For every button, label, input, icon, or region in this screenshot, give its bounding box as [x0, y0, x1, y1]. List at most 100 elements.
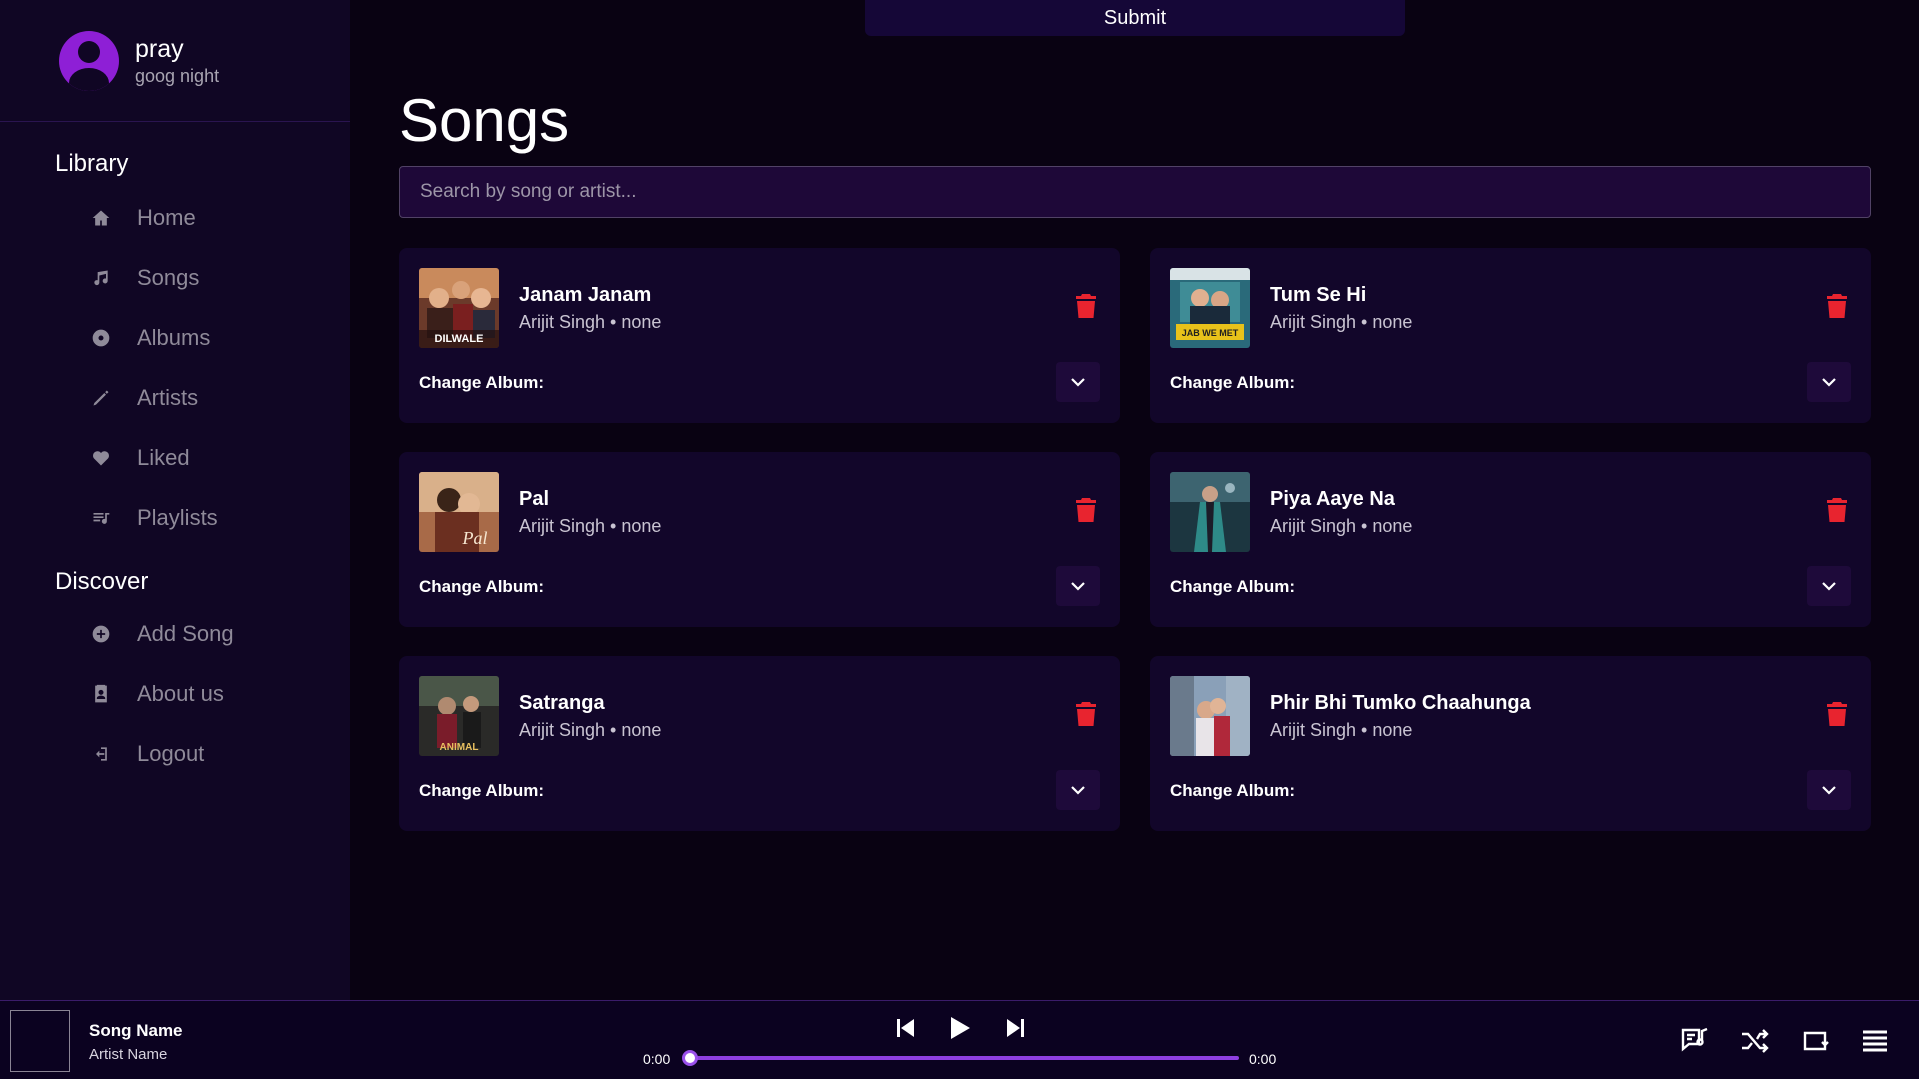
- album-select[interactable]: [1056, 770, 1100, 810]
- album-cover: ANIMAL: [419, 676, 499, 756]
- now-playing-artist: Artist Name: [89, 1046, 168, 1063]
- submit-button[interactable]: Submit: [865, 0, 1405, 36]
- chevron-down-icon: [1822, 378, 1836, 387]
- song-artist: Arijit Singh • none: [1270, 720, 1413, 740]
- search-input[interactable]: [399, 166, 1871, 218]
- next-button[interactable]: [1006, 1018, 1024, 1043]
- sidebar-item-add-song[interactable]: Add Song: [0, 604, 350, 664]
- album-cover: [1170, 676, 1250, 756]
- sidebar-item-label: Songs: [137, 265, 200, 290]
- song-card: JAB WE MET Tum Se Hi Arijit Singh • none…: [1150, 248, 1871, 423]
- delete-song-button[interactable]: [1076, 702, 1096, 726]
- song-card: Pal Pal Arijit Singh • none Change Album…: [399, 452, 1120, 627]
- shuffle-icon: [1742, 1029, 1769, 1053]
- previous-button[interactable]: [897, 1018, 915, 1043]
- song-title: Piya Aaye Na: [1270, 488, 1395, 510]
- player-bar: Song Name Artist Name 0:00 0:00: [0, 1000, 1919, 1079]
- progress-bar[interactable]: [689, 1056, 1239, 1060]
- home-icon: [90, 207, 112, 229]
- progress-knob[interactable]: [682, 1050, 698, 1066]
- shuffle-button[interactable]: [1740, 1027, 1770, 1055]
- sidebar-item-logout[interactable]: Logout: [0, 724, 350, 784]
- sidebar-item-label: Playlists: [137, 505, 218, 530]
- song-title: Satranga: [519, 692, 605, 714]
- trash-icon: [1827, 294, 1847, 318]
- queue-button[interactable]: [1860, 1027, 1890, 1055]
- change-album-label: Change Album:: [1170, 577, 1295, 596]
- sidebar-item-about-us[interactable]: About us: [0, 664, 350, 724]
- profile-status: goog night: [135, 65, 220, 86]
- current-time: 0:00: [643, 1051, 671, 1067]
- album-cover: JAB WE MET: [1170, 268, 1250, 348]
- sidebar-item-artists[interactable]: Artists: [0, 368, 350, 428]
- skip-forward-icon: [1007, 1019, 1024, 1037]
- music-note-icon: [90, 267, 112, 289]
- now-playing-title: Song Name: [89, 1021, 183, 1040]
- song-card: ANIMAL Satranga Arijit Singh • none Chan…: [399, 656, 1120, 831]
- profile-header: pray goog night: [0, 0, 350, 122]
- song-card: Phir Bhi Tumko Chaahunga Arijit Singh • …: [1150, 656, 1871, 831]
- chevron-down-icon: [1071, 786, 1085, 795]
- song-title: Phir Bhi Tumko Chaahunga: [1270, 692, 1531, 714]
- album-cover: [1170, 472, 1250, 552]
- sidebar-item-albums[interactable]: Albums: [0, 308, 350, 368]
- change-album-label: Change Album:: [419, 577, 544, 596]
- avatar[interactable]: [59, 30, 119, 91]
- song-title: Janam Janam: [519, 284, 652, 306]
- trash-icon: [1076, 702, 1096, 726]
- lyrics-icon: [1681, 1027, 1708, 1052]
- logout-icon: [90, 743, 112, 765]
- song-card: Piya Aaye Na Arijit Singh • none Change …: [1150, 452, 1871, 627]
- chevron-down-icon: [1822, 582, 1836, 591]
- album-select[interactable]: [1807, 362, 1851, 402]
- playlist-icon: [90, 507, 112, 529]
- contact-card-icon: [90, 683, 112, 705]
- delete-song-button[interactable]: [1076, 294, 1096, 318]
- pen-icon: [90, 387, 112, 409]
- sidebar-item-label: About us: [137, 681, 224, 706]
- album-select[interactable]: [1807, 770, 1851, 810]
- change-album-label: Change Album:: [419, 373, 544, 392]
- profile-name: pray: [135, 34, 184, 63]
- chevron-down-icon: [1071, 378, 1085, 387]
- heart-icon: [90, 447, 112, 469]
- song-artist: Arijit Singh • none: [1270, 312, 1413, 332]
- skip-back-icon: [897, 1019, 914, 1037]
- album-select[interactable]: [1056, 362, 1100, 402]
- trash-icon: [1076, 498, 1096, 522]
- sidebar-item-label: Add Song: [137, 621, 234, 646]
- album-select[interactable]: [1056, 566, 1100, 606]
- album-select[interactable]: [1807, 566, 1851, 606]
- sidebar-item-songs[interactable]: Songs: [0, 248, 350, 308]
- trash-icon: [1827, 498, 1847, 522]
- play-button[interactable]: [950, 1017, 970, 1044]
- change-album-label: Change Album:: [1170, 373, 1295, 392]
- album-cover: DILWALE: [419, 268, 499, 348]
- discover-title: Discover: [55, 568, 149, 595]
- sidebar-item-liked[interactable]: Liked: [0, 428, 350, 488]
- delete-song-button[interactable]: [1076, 498, 1096, 522]
- album-cover: Pal: [419, 472, 499, 552]
- sidebar-item-label: Logout: [137, 741, 205, 766]
- plus-circle-icon: [90, 623, 112, 645]
- sidebar-item-label: Albums: [137, 325, 211, 350]
- play-icon: [951, 1017, 970, 1039]
- repeat-icon: [1803, 1031, 1829, 1051]
- lyrics-button[interactable]: [1680, 1027, 1710, 1055]
- cover-text: DILWALE: [435, 333, 484, 345]
- song-artist: Arijit Singh • none: [1270, 516, 1413, 536]
- cover-text: Pal: [462, 528, 488, 548]
- sidebar-item-home[interactable]: Home: [0, 188, 350, 248]
- sidebar-item-label: Artists: [137, 385, 199, 410]
- repeat-button[interactable]: [1800, 1027, 1830, 1055]
- change-album-label: Change Album:: [419, 781, 544, 800]
- sidebar-item-playlists[interactable]: Playlists: [0, 488, 350, 548]
- sidebar: pray goog night Library Home Songs Album…: [0, 0, 350, 1000]
- song-title: Pal: [519, 488, 550, 510]
- song-artist: Arijit Singh • none: [519, 720, 662, 740]
- delete-song-button[interactable]: [1827, 498, 1847, 522]
- delete-song-button[interactable]: [1827, 702, 1847, 726]
- disc-icon: [90, 327, 112, 349]
- cover-text: JAB WE MET: [1182, 328, 1239, 338]
- delete-song-button[interactable]: [1827, 294, 1847, 318]
